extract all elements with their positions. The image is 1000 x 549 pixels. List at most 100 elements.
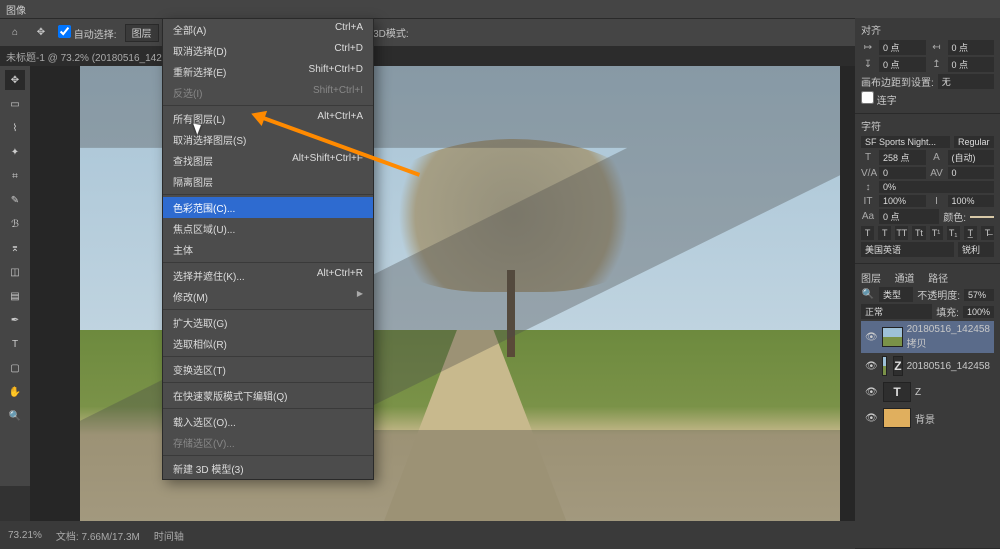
zoom-readout[interactable]: 73.21% (8, 530, 42, 541)
super-button[interactable]: T¹ (930, 226, 943, 240)
align-icon[interactable]: ↥ (930, 59, 944, 70)
canvas-area[interactable] (30, 66, 855, 521)
menu-item[interactable]: 扩大选取(G) (163, 312, 373, 333)
layers-panel: 图层 通道 路径 🔍类型不透明度:57% 正常填充:100% 👁20180516… (855, 264, 1000, 549)
leading-field[interactable]: (自动) (948, 150, 995, 165)
pen-tool[interactable]: ✒ (5, 310, 25, 330)
move-tool-icon[interactable]: ✥ (32, 27, 50, 38)
menu-item[interactable]: 反选(I)Shift+Ctrl+I (163, 82, 373, 103)
visibility-icon[interactable]: 👁 (865, 413, 879, 424)
menu-item[interactable]: 图像 (6, 2, 26, 17)
layer-thumbnail[interactable]: T (883, 382, 911, 402)
move-tool[interactable]: ✥ (5, 70, 25, 90)
wand-tool[interactable]: ✦ (5, 142, 25, 162)
visibility-icon[interactable]: 👁 (865, 387, 879, 398)
strike-button[interactable]: T̶ (981, 226, 994, 240)
menu-item[interactable]: 载入选区(O)... (163, 411, 373, 432)
menu-item[interactable]: 变换选区(T) (163, 359, 373, 380)
eraser-tool[interactable]: ◫ (5, 262, 25, 282)
auto-select-check[interactable]: 自动选择: (58, 25, 117, 41)
menu-item[interactable]: 取消选择(D)Ctrl+D (163, 40, 373, 61)
filter-kind[interactable]: 类型 (879, 287, 913, 302)
kerning-field[interactable]: 0 (879, 167, 926, 179)
hand-tool[interactable]: ✋ (5, 382, 25, 402)
italic-button[interactable]: T (878, 226, 891, 240)
menu-item[interactable]: 查找图层Alt+Shift+Ctrl+F (163, 150, 373, 171)
value-field[interactable]: 0 点 (879, 40, 926, 55)
menu-item[interactable]: 选取相似(R) (163, 333, 373, 354)
text-color-swatch[interactable] (970, 216, 994, 218)
tab-channels[interactable]: 通道 (895, 270, 915, 285)
panel-title: 字符 (861, 118, 994, 133)
opacity-field[interactable]: 57% (964, 289, 994, 301)
tab-paths[interactable]: 路径 (928, 270, 948, 285)
tracking-field[interactable]: 0 (948, 167, 995, 179)
layer-row[interactable]: 👁 20180516_142458 拷贝 (861, 321, 994, 353)
tab-layers[interactable]: 图层 (861, 270, 881, 285)
menu-item[interactable]: 重新选择(E)Shift+Ctrl+D (163, 61, 373, 82)
smallcaps-button[interactable]: Tt (912, 226, 925, 240)
align-icon[interactable]: ↤ (930, 42, 944, 53)
align-icon[interactable]: ↦ (861, 42, 875, 53)
zoom-tool[interactable]: 🔍 (5, 406, 25, 426)
ligature-check[interactable]: 连字 (861, 91, 897, 107)
menu-item[interactable]: 色彩范围(C)... (163, 197, 373, 218)
value-field[interactable]: 0 点 (948, 57, 995, 72)
value-field[interactable]: 0 点 (948, 40, 995, 55)
menu-item[interactable]: 修改(M) (163, 286, 373, 307)
layer-thumbnail[interactable] (882, 327, 903, 347)
blend-mode[interactable]: 正常 (861, 304, 932, 319)
align-icon[interactable]: ↧ (861, 59, 875, 70)
crop-tool[interactable]: ⌗ (5, 166, 25, 186)
home-icon[interactable]: ⌂ (6, 27, 24, 38)
visibility-icon[interactable]: 👁 (865, 332, 878, 343)
fill-field[interactable]: 100% (963, 306, 994, 318)
marquee-tool[interactable]: ▭ (5, 94, 25, 114)
menu-item[interactable]: 主体 (163, 239, 373, 260)
antialias-select[interactable]: 锐利 (958, 242, 994, 257)
type-tool[interactable]: T (5, 334, 25, 354)
scale-field[interactable]: 0% (879, 181, 994, 193)
auto-select-target[interactable]: 图层 (125, 24, 159, 42)
eyedropper-tool[interactable]: ✎ (5, 190, 25, 210)
menu-item[interactable]: 焦点区域(U)... (163, 218, 373, 239)
layer-name[interactable]: 20180516_142458 (907, 361, 990, 372)
layer-row[interactable]: 👁 TZ (861, 379, 994, 405)
baseline-field[interactable]: 0 点 (879, 209, 939, 224)
underline-button[interactable]: T̲ (964, 226, 977, 240)
brush-tool[interactable]: ℬ (5, 214, 25, 234)
caps-button[interactable]: TT (895, 226, 908, 240)
menu-item[interactable]: 在快速蒙版模式下编辑(Q) (163, 385, 373, 406)
gradient-tool[interactable]: ▤ (5, 286, 25, 306)
menu-item[interactable]: 新建 3D 模型(3) (163, 458, 373, 479)
margin-select[interactable]: 无 (938, 74, 994, 89)
bold-button[interactable]: T (861, 226, 874, 240)
layer-name[interactable]: 背景 (915, 411, 935, 426)
menu-item[interactable]: 隔离图层 (163, 171, 373, 192)
menu-item[interactable]: 选择并遮住(K)...Alt+Ctrl+R (163, 265, 373, 286)
horiz-scale-field[interactable]: 100% (948, 195, 995, 207)
visibility-icon[interactable]: 👁 (865, 361, 878, 372)
font-size-field[interactable]: 258 点 (879, 150, 926, 165)
layer-name[interactable]: Z (915, 387, 921, 398)
shape-tool[interactable]: ▢ (5, 358, 25, 378)
font-family-field[interactable]: SF Sports Night... (861, 136, 950, 148)
font-style-field[interactable]: Regular (954, 136, 994, 148)
layer-thumbnail[interactable] (883, 408, 911, 428)
layer-row[interactable]: 👁 背景 (861, 405, 994, 431)
stamp-tool[interactable]: ⌆ (5, 238, 25, 258)
right-panels: 对齐 ↦0 点↤0 点 ↧0 点↥0 点 画布边距到设置:无 连字 字符 SF … (855, 18, 1000, 549)
timeline-tab[interactable]: 时间轴 (154, 528, 184, 543)
menu-bar[interactable]: 图像 (0, 0, 1000, 18)
lasso-tool[interactable]: ⌇ (5, 118, 25, 138)
search-icon[interactable]: 🔍 (861, 289, 875, 300)
sub-button[interactable]: T₁ (947, 226, 960, 240)
layer-row[interactable]: 👁Z20180516_142458 (861, 353, 994, 379)
menu-item[interactable]: 存储选区(V)... (163, 432, 373, 453)
value-field[interactable]: 0 点 (879, 57, 926, 72)
layer-thumbnail[interactable] (882, 356, 888, 376)
layer-name[interactable]: 20180516_142458 拷贝 (907, 324, 990, 350)
menu-item[interactable]: 全部(A)Ctrl+A (163, 19, 373, 40)
vert-scale-field[interactable]: 100% (879, 195, 926, 207)
language-select[interactable]: 美国英语 (861, 242, 954, 257)
